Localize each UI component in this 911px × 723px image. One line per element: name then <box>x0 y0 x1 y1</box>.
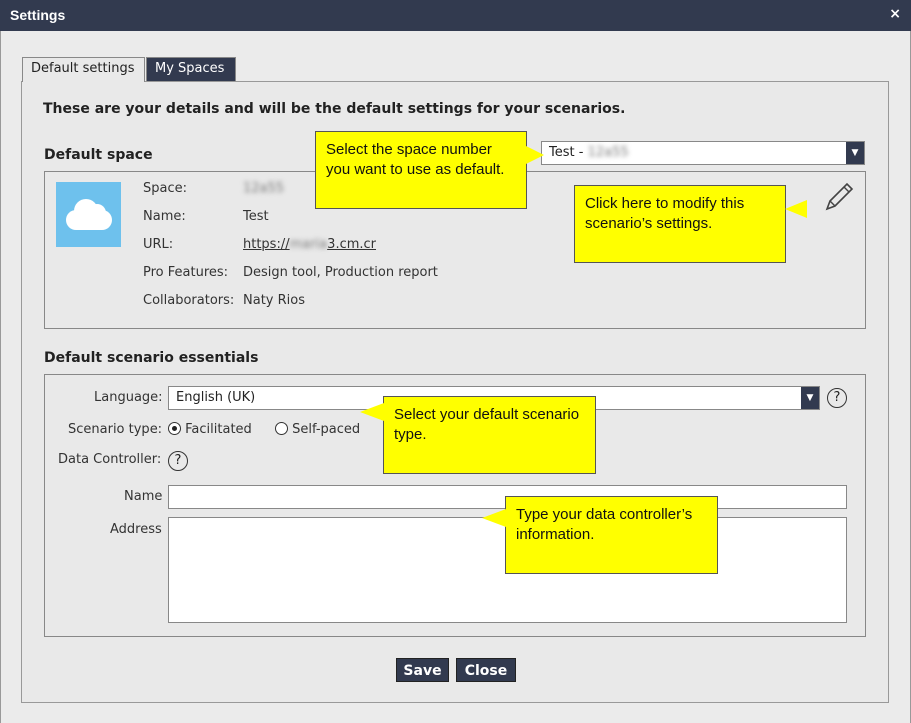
self-paced-label: Self-paced <box>292 422 361 437</box>
radio-checked-icon[interactable] <box>168 422 181 435</box>
tab-default-settings[interactable]: Default settings <box>22 57 145 82</box>
radio-unchecked-icon[interactable] <box>275 422 288 435</box>
url-suffix: 3.cm.cr <box>327 237 377 252</box>
default-space-heading: Default space <box>44 147 153 163</box>
essentials-heading: Default scenario essentials <box>44 350 259 366</box>
callout-scenario: Select your default scenario type. <box>360 396 596 474</box>
callout-space-text: Select the space number you want to use … <box>326 141 505 178</box>
callout-scenario-text: Select your default scenario type. <box>394 406 580 443</box>
url-hidden: maria <box>289 237 328 252</box>
name-label: Name: <box>143 209 186 224</box>
cloud-icon <box>56 182 121 247</box>
pencil-icon[interactable] <box>822 180 856 214</box>
save-button[interactable]: Save <box>396 658 449 682</box>
window-title: Settings <box>10 7 66 23</box>
scenario-type-label: Scenario type: <box>68 422 163 437</box>
callout-modify-text: Click here to modify this scenario’s set… <box>585 195 745 232</box>
controller-name-label: Name <box>124 489 163 504</box>
radio-self-paced[interactable]: Self-paced <box>275 422 360 437</box>
language-label: Language: <box>94 390 163 405</box>
close-button[interactable]: Close <box>456 658 516 682</box>
space-value: 12a55 <box>243 181 285 196</box>
space-select[interactable]: Test - 12a55 ▼ <box>541 141 865 165</box>
controller-address-label: Address <box>110 522 162 537</box>
chevron-down-icon[interactable]: ▼ <box>801 387 819 409</box>
pro-features-value: Design tool, Production report <box>243 265 438 280</box>
chevron-down-icon[interactable]: ▼ <box>846 142 864 164</box>
radio-facilitated[interactable]: Facilitated <box>168 422 252 437</box>
facilitated-label: Facilitated <box>185 422 252 437</box>
space-select-value: Test - <box>549 145 588 160</box>
data-controller-label: Data Controller: <box>58 452 162 467</box>
help-icon[interactable]: ? <box>827 388 847 408</box>
intro-text: These are your details and will be the d… <box>43 101 626 117</box>
collaborators-label: Collaborators: <box>143 293 235 308</box>
close-icon[interactable]: × <box>889 6 901 22</box>
help-icon[interactable]: ? <box>168 451 188 471</box>
language-value: English (UK) <box>176 390 256 405</box>
url-label: URL: <box>143 237 174 252</box>
space-label: Space: <box>143 181 187 196</box>
tab-my-spaces[interactable]: My Spaces <box>146 57 236 81</box>
space-select-hidden: 12a55 <box>587 145 629 160</box>
callout-modify: Click here to modify this scenario’s set… <box>574 185 807 263</box>
collaborators-value: Naty Rios <box>243 293 305 308</box>
name-value: Test <box>243 209 269 224</box>
callout-controller-text: Type your data controller’s information. <box>516 506 693 543</box>
callout-controller: Type your data controller’s information. <box>482 496 718 574</box>
url-prefix: https:// <box>243 237 290 252</box>
url-link[interactable]: https://maria3.cm.cr <box>243 237 376 252</box>
pro-features-label: Pro Features: <box>143 265 229 280</box>
title-bar: Settings × <box>0 0 911 31</box>
callout-space: Select the space number you want to use … <box>315 131 544 209</box>
